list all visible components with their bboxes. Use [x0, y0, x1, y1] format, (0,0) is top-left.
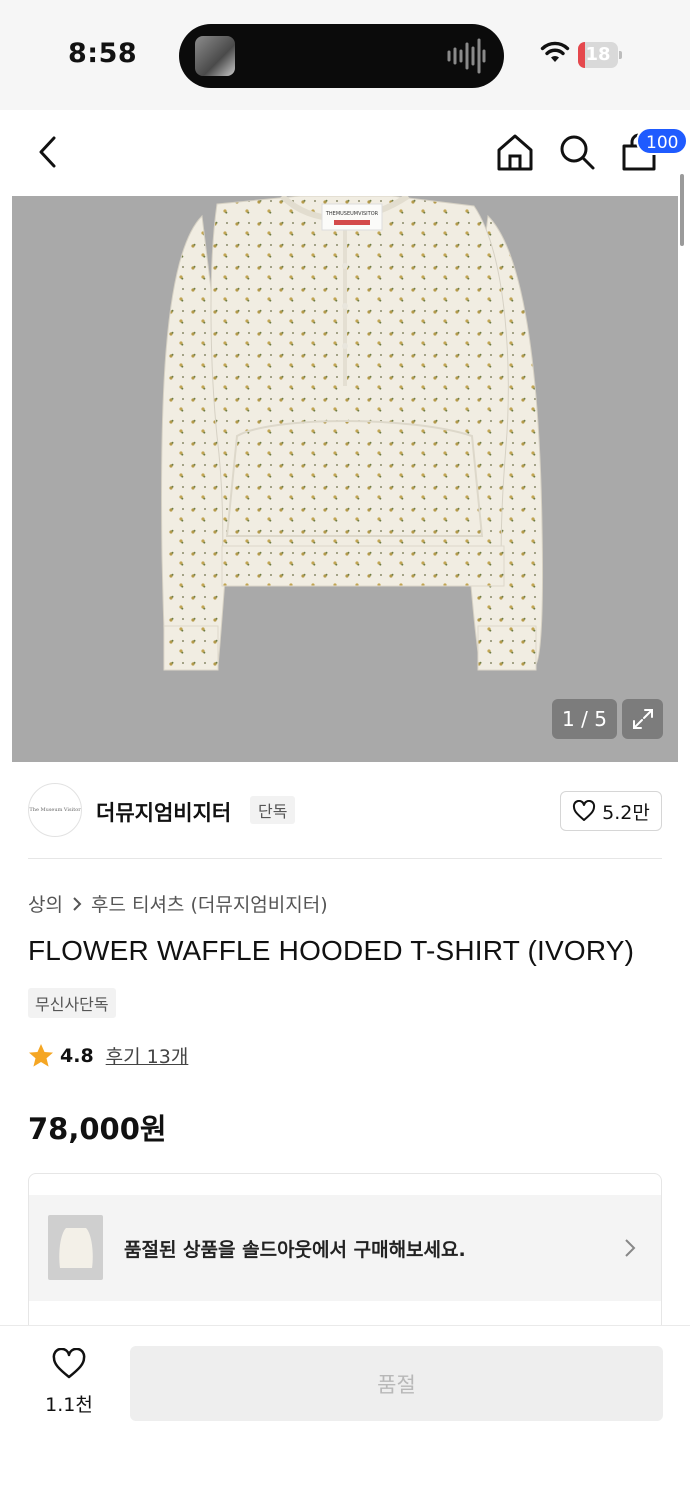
divider	[28, 858, 662, 859]
dynamic-island[interactable]	[179, 24, 504, 88]
heart-outline-icon	[573, 800, 596, 821]
wishlist-count: 1.1천	[45, 1394, 93, 1416]
search-icon	[560, 135, 595, 170]
bottom-action-bar: 1.1천 품절	[0, 1325, 690, 1500]
image-pager: 1 / 5	[552, 699, 617, 739]
rating-row: 4.8 후기 13개	[28, 1042, 188, 1069]
breadcrumb-item[interactable]: 상의	[28, 890, 63, 917]
reviews-link[interactable]: 후기 13개	[106, 1042, 189, 1069]
page-scrollbar[interactable]	[680, 174, 684, 246]
now-playing-thumbnail	[195, 36, 235, 76]
rating-score: 4.8	[60, 1044, 94, 1067]
back-button[interactable]	[26, 130, 70, 174]
expand-icon	[632, 709, 653, 729]
brand-like-button[interactable]: 5.2만	[560, 791, 662, 831]
audio-wave-icon	[447, 38, 486, 74]
product-image: THEMUSEUMVISITOR	[160, 196, 544, 671]
soldout-banner[interactable]: 품절된 상품을 솔드아웃에서 구매해보세요.	[29, 1195, 661, 1301]
soldout-product-thumbnail	[48, 1215, 103, 1280]
brand-name[interactable]: 더뮤지엄비지터	[96, 797, 231, 827]
brand-row: The Museum Visitor 더뮤지엄비지터 단독 5.2만	[28, 783, 664, 839]
home-icon	[497, 134, 533, 171]
top-navigation-bar	[0, 110, 690, 196]
status-time: 8:58	[68, 38, 138, 69]
breadcrumb-item[interactable]: 후드 티셔츠 (더뮤지엄비지터)	[91, 890, 328, 917]
brand-exclusive-tag: 단독	[250, 796, 296, 824]
search-button[interactable]	[555, 130, 599, 174]
battery-percent: 18	[585, 44, 611, 65]
soldout-buy-button[interactable]: 품절	[130, 1346, 663, 1421]
star-icon	[29, 1044, 53, 1067]
back-icon	[39, 136, 56, 168]
wifi-icon	[540, 41, 570, 62]
chevron-right-icon	[625, 1239, 636, 1257]
exclusive-tag: 무신사단독	[28, 988, 116, 1018]
brand-logo[interactable]: The Museum Visitor	[28, 783, 82, 837]
chevron-right-icon	[73, 896, 82, 911]
product-brand-label: THEMUSEUMVISITOR	[325, 211, 379, 217]
product-image-gallery[interactable]: THEMUSEUMVISITOR	[12, 196, 678, 762]
cart-count-badge: 100	[636, 127, 689, 155]
brand-like-count: 5.2만	[602, 801, 650, 824]
category-breadcrumb: 상의 후드 티셔츠 (더뮤지엄비지터)	[28, 890, 328, 917]
wishlist-button[interactable]: 1.1천	[36, 1347, 102, 1417]
product-price: 78,000원	[28, 1112, 167, 1146]
heart-outline-icon	[52, 1347, 86, 1379]
soldout-banner-text: 품절된 상품을 솔드아웃에서 구매해보세요.	[124, 1239, 466, 1261]
status-bar: 8:58 18	[0, 0, 690, 110]
brand-logo-text: The Museum Visitor	[29, 807, 81, 813]
home-button[interactable]	[493, 130, 537, 174]
battery-icon: 18	[578, 42, 622, 68]
product-title: FLOWER WAFFLE HOODED T-SHIRT (IVORY)	[28, 935, 635, 966]
expand-image-button[interactable]	[622, 699, 663, 739]
